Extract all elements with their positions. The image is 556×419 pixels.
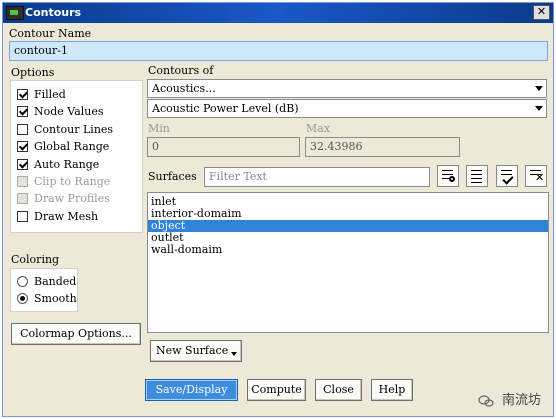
min-label: Min [148,122,170,135]
compute-button[interactable]: Compute [247,379,306,401]
auto-range-label: Auto Range [34,158,100,171]
banded-radio[interactable] [17,276,28,287]
app-icon [6,6,24,20]
chevron-down-icon [535,86,543,91]
contours-of-category-dropdown[interactable]: Acoustics... [147,79,547,98]
banded-label: Banded [34,275,77,288]
close-button[interactable]: Close [315,379,362,401]
smooth-radio[interactable] [17,293,28,304]
window-close-button[interactable]: ✕ [533,5,550,20]
contour-name-input[interactable]: contour-1 [9,41,548,61]
surfaces-filter-input[interactable]: Filter Text [204,167,430,187]
options-label: Options [11,66,55,79]
smooth-label: Smooth [34,292,77,305]
auto-range-checkbox[interactable] [17,159,28,170]
watermark-text: 南流坊 [501,393,541,408]
min-field: 0 [147,137,300,157]
colormap-options-button[interactable]: Colormap Options... [11,323,141,345]
list-item[interactable]: interior-domaim [148,208,548,220]
chevron-down-icon [535,106,543,111]
new-surface-list-icon[interactable] [437,165,459,187]
contours-of-label: Contours of [148,64,214,77]
window-title: Contours [25,6,82,19]
wechat-icon [478,394,494,407]
draw-profiles-label: Draw Profiles [34,192,110,205]
list-item[interactable]: wall-domaim [148,244,548,256]
contours-dialog: Contours ✕ Contour Name contour-1 Option… [2,2,554,417]
max-field: 32.43986 [305,137,460,157]
contour-lines-checkbox[interactable] [17,124,28,135]
category-value: Acoustics... [152,82,216,95]
draw-mesh-checkbox[interactable] [17,211,28,222]
max-label: Max [306,122,331,135]
contour-lines-label: Contour Lines [34,123,114,136]
node-values-checkbox[interactable] [17,106,28,117]
draw-profiles-checkbox [17,193,28,204]
surfaces-label: Surfaces [148,170,197,183]
filled-label: Filled [34,88,66,101]
new-surface-label: New Surface [156,344,229,357]
coloring-label: Coloring [11,253,60,266]
filled-checkbox[interactable] [17,89,28,100]
global-range-label: Global Range [34,140,110,153]
draw-mesh-label: Draw Mesh [34,210,99,223]
clip-to-range-checkbox [17,176,28,187]
save-display-button[interactable]: Save/Display [145,379,238,401]
contour-name-label: Contour Name [9,27,92,40]
quantity-value: Acoustic Power Level (dB) [152,102,299,115]
coloring-group: Banded Smooth [10,268,78,312]
help-button[interactable]: Help [371,379,413,401]
check-list-icon[interactable] [496,165,518,187]
deselect-list-icon[interactable]: ✕ [525,165,547,187]
select-all-list-icon[interactable] [466,165,488,187]
options-group: Filled Node Values Contour Lines Global … [10,80,143,233]
node-values-label: Node Values [34,105,104,118]
new-surface-button[interactable]: New Surface [150,340,242,362]
surfaces-list[interactable]: inlet interior-domaim object outlet wall… [147,192,549,333]
clip-to-range-label: Clip to Range [34,175,111,188]
watermark: 南流坊 [478,389,541,408]
contours-of-quantity-dropdown[interactable]: Acoustic Power Level (dB) [147,99,547,118]
chevron-down-icon [231,352,237,356]
title-bar[interactable]: Contours ✕ [3,3,553,23]
global-range-checkbox[interactable] [17,141,28,152]
list-item[interactable]: object [148,220,548,232]
